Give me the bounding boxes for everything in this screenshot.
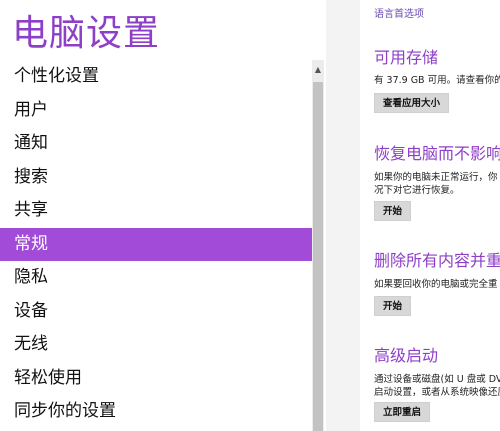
app-title: 电脑设置 <box>12 13 161 54</box>
nav-item-devices[interactable]: 设备 <box>0 295 312 329</box>
section-title-refresh: 恢复电脑而不影响 <box>374 144 500 163</box>
scroll-thumb[interactable] <box>313 82 323 431</box>
view-app-sizes-button[interactable]: 查看应用大小 <box>374 93 450 113</box>
nav-item-privacy[interactable]: 隐私 <box>0 261 312 295</box>
language-preferences-link[interactable]: 语言首选项 <box>374 5 424 20</box>
advanced-startup-description-line-1: 通过设备或磁盘(如 U 盘或 DV <box>374 374 500 385</box>
section-title-advanced-startup: 高级启动 <box>374 346 439 365</box>
nav-item-sync-settings[interactable]: 同步你的设置 <box>0 395 312 429</box>
scroll-up-icon[interactable]: ▲ <box>312 64 324 76</box>
pc-settings-window: 电脑设置 个性化设置 用户 通知 搜索 共享 常规 隐私 设备 无线 轻松使用 … <box>0 0 500 431</box>
section-title-storage: 可用存储 <box>374 48 439 67</box>
nav-item-search[interactable]: 搜索 <box>0 161 312 195</box>
navigation-pane: 电脑设置 个性化设置 用户 通知 搜索 共享 常规 隐私 设备 无线 轻松使用 … <box>0 0 326 431</box>
nav-item-share[interactable]: 共享 <box>0 194 312 228</box>
refresh-start-button[interactable]: 开始 <box>374 201 412 221</box>
restart-now-button[interactable]: 立即重启 <box>374 402 431 422</box>
reset-description: 如果要回收你的电脑或完全重 <box>374 279 498 290</box>
refresh-description-line-2: 况下对它进行恢复。 <box>374 185 460 196</box>
nav-item-ease-of-access[interactable]: 轻松使用 <box>0 362 312 396</box>
nav-item-notifications[interactable]: 通知 <box>0 127 312 161</box>
reset-start-button[interactable]: 开始 <box>374 296 412 316</box>
advanced-startup-description-line-2: 启动设置，或者从系统映像还原 <box>374 387 500 398</box>
nav-item-users[interactable]: 用户 <box>0 94 312 128</box>
nav-item-personalize[interactable]: 个性化设置 <box>0 60 312 94</box>
nav-item-wireless[interactable]: 无线 <box>0 328 312 362</box>
nav-item-general[interactable]: 常规 <box>0 227 312 261</box>
nav-scrollbar[interactable]: ▲ <box>312 60 324 431</box>
storage-description: 有 37.9 GB 可用。请查看你的 <box>374 75 500 86</box>
section-title-reset: 删除所有内容并重 <box>374 251 500 270</box>
content-pane: 语言首选项 可用存储 有 37.9 GB 可用。请查看你的 查看应用大小 恢复电… <box>360 0 500 431</box>
refresh-description-line-1: 如果你的电脑未正常运行，你 <box>374 172 498 183</box>
nav-list: 个性化设置 用户 通知 搜索 共享 常规 隐私 设备 无线 轻松使用 同步你的设… <box>0 60 312 429</box>
pane-divider <box>326 0 360 431</box>
